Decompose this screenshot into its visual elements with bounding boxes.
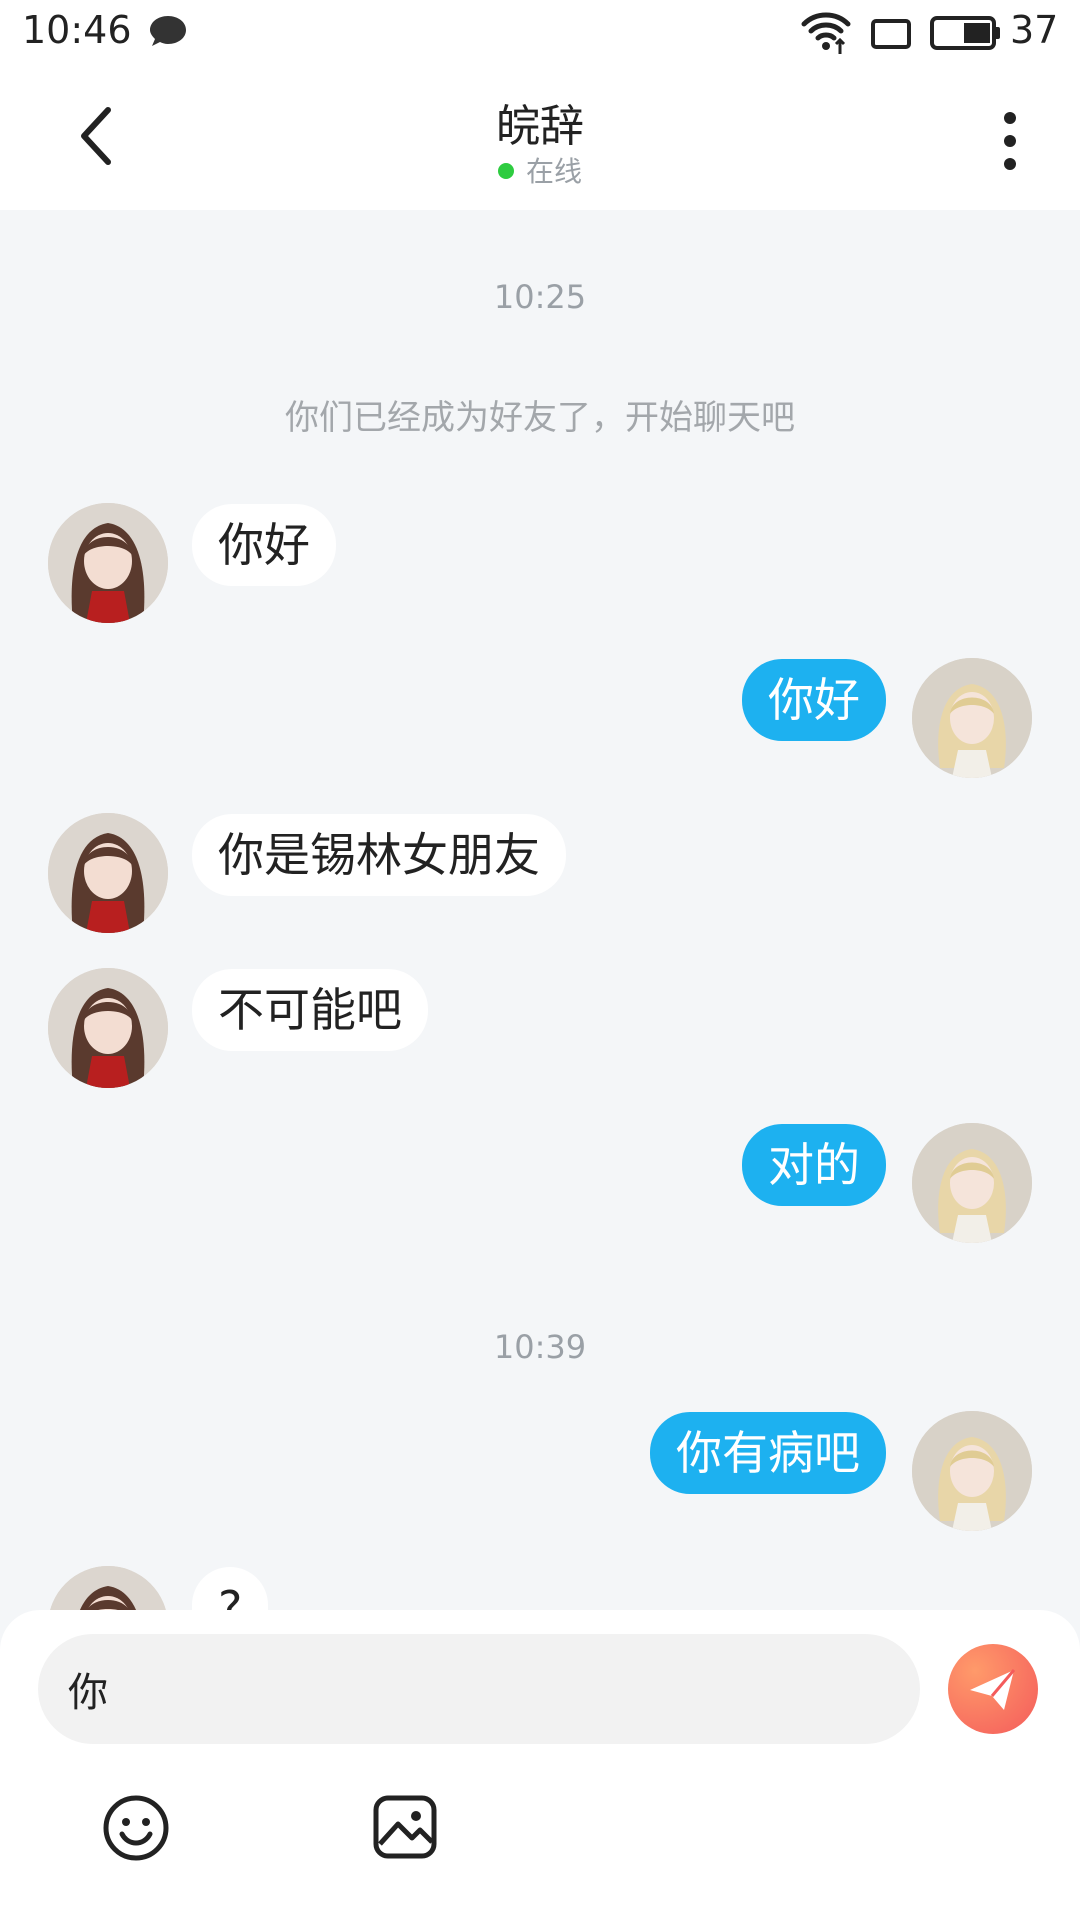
my-avatar-image xyxy=(912,1411,1032,1531)
my-avatar-image xyxy=(912,1123,1032,1243)
message-bubble[interactable]: 你是锡林女朋友 xyxy=(192,814,566,896)
message-bubble[interactable]: 你好 xyxy=(742,659,886,741)
system-message: 你们已经成为好友了，开始聊天吧 xyxy=(285,398,795,438)
message-bubble[interactable]: 你好 xyxy=(192,504,336,586)
friend-avatar-image xyxy=(48,813,168,933)
online-dot xyxy=(497,163,514,179)
input-bar xyxy=(0,1610,1080,1920)
message-bubble[interactable]: ? xyxy=(192,1567,269,1610)
emoji-icon[interactable] xyxy=(100,1792,172,1864)
message-bubble[interactable]: 你有病吧 xyxy=(650,1412,886,1494)
screen-icon xyxy=(871,19,911,49)
avatar[interactable] xyxy=(48,968,168,1088)
status-time: 10:46 xyxy=(22,8,132,52)
friend-avatar-image xyxy=(48,503,168,623)
timestamp: 10:25 xyxy=(493,278,587,316)
message-input[interactable] xyxy=(38,1634,920,1744)
chat-header: 皖辞 在线 xyxy=(0,66,1080,210)
battery-icon xyxy=(930,16,1000,50)
avatar[interactable] xyxy=(912,1411,1032,1531)
my-avatar-image xyxy=(912,658,1032,778)
send-button[interactable] xyxy=(948,1644,1038,1734)
message-bubble[interactable]: 不可能吧 xyxy=(192,969,428,1051)
message-bubble[interactable]: 对的 xyxy=(742,1124,886,1206)
online-status: 在线 xyxy=(0,150,1080,190)
avatar[interactable] xyxy=(48,1566,168,1610)
chat-bubble-icon xyxy=(150,16,186,46)
battery-level: 37 xyxy=(1010,8,1059,52)
avatar[interactable] xyxy=(912,1123,1032,1243)
contact-name: 皖辞 xyxy=(496,101,584,152)
paper-plane-icon xyxy=(970,1669,1016,1710)
friend-avatar-image xyxy=(48,968,168,1088)
status-bar: 10:46 37 xyxy=(0,0,1080,66)
more-vertical-icon[interactable] xyxy=(990,106,1030,176)
avatar[interactable] xyxy=(912,658,1032,778)
online-status-text: 在线 xyxy=(525,155,582,188)
image-icon[interactable] xyxy=(370,1792,440,1862)
friend-avatar-image xyxy=(48,1566,168,1610)
timestamp: 10:39 xyxy=(493,1328,587,1366)
avatar[interactable] xyxy=(48,503,168,623)
avatar[interactable] xyxy=(48,813,168,933)
wifi-icon xyxy=(801,12,851,54)
chat-area[interactable]: 10:25 你们已经成为好友了，开始聊天吧 你好 你好 你是锡林女朋友 不可能吧… xyxy=(0,210,1080,1610)
